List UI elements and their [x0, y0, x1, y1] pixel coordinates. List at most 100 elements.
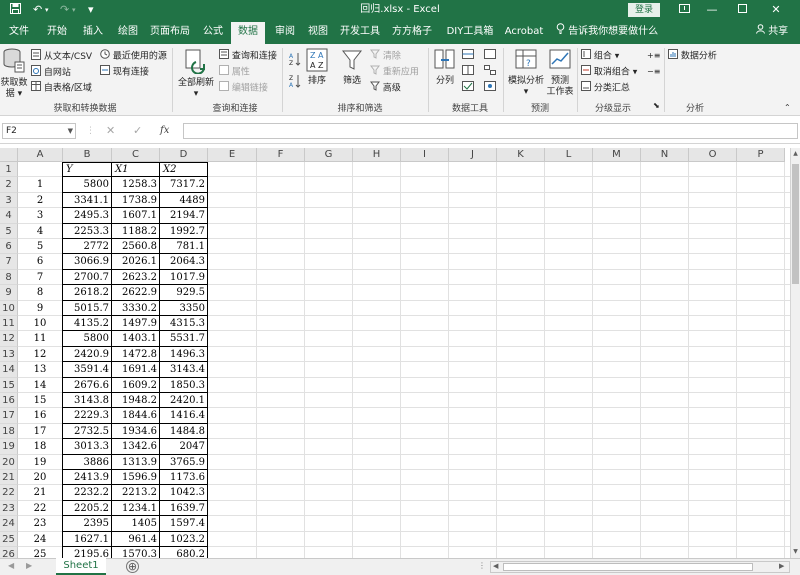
data-cell[interactable]: 1023.2: [160, 532, 207, 547]
data-cell[interactable]: 1850.3: [160, 378, 207, 393]
data-cell[interactable]: 1627.1: [63, 532, 111, 547]
column-header[interactable]: E: [208, 148, 257, 162]
data-cell[interactable]: 4: [18, 224, 62, 239]
data-cell[interactable]: 961.4: [112, 532, 159, 547]
data-cell[interactable]: 20: [18, 470, 62, 485]
advanced-filter-button[interactable]: 高级: [370, 81, 401, 95]
data-cell[interactable]: 2420.9: [63, 347, 111, 362]
data-cell[interactable]: 2560.8: [112, 239, 159, 254]
data-cell[interactable]: 1042.3: [160, 485, 207, 500]
column-header[interactable]: C: [112, 148, 160, 162]
row-header[interactable]: 23: [0, 500, 18, 517]
row-header[interactable]: 24: [0, 516, 18, 532]
row-header[interactable]: 21: [0, 470, 18, 486]
data-cell[interactable]: 24: [18, 532, 62, 547]
scroll-up-icon[interactable]: ▲: [791, 150, 800, 157]
column-header[interactable]: G: [305, 148, 353, 162]
edit-links-button[interactable]: 编辑链接: [219, 81, 268, 95]
sort-button[interactable]: Z AA Z 排序: [303, 48, 331, 87]
row-header[interactable]: 8: [0, 269, 18, 286]
data-cell[interactable]: 14: [18, 378, 62, 393]
data-cell[interactable]: 1639.7: [160, 501, 207, 516]
data-cell[interactable]: 2229.3: [63, 408, 111, 423]
data-cell[interactable]: 3143.8: [63, 393, 111, 408]
data-cell[interactable]: 2064.3: [160, 254, 207, 269]
data-cell[interactable]: 1691.4: [112, 362, 159, 377]
select-all-button[interactable]: [0, 148, 18, 162]
tab-fangfang[interactable]: 方方格子: [390, 22, 434, 44]
data-cell[interactable]: 1844.6: [112, 408, 159, 423]
data-cell[interactable]: 9: [18, 301, 62, 316]
row-header[interactable]: 5: [0, 223, 18, 239]
row-header[interactable]: 18: [0, 423, 18, 440]
from-web-button[interactable]: 自网站: [31, 65, 71, 80]
sheet-prev-icon[interactable]: ◀: [8, 561, 14, 570]
data-cell[interactable]: 2213.2: [112, 485, 159, 500]
sort-ascending-icon[interactable]: AZ: [289, 52, 301, 70]
tab-view[interactable]: 视图: [303, 22, 333, 44]
cancel-icon[interactable]: ✕: [106, 123, 115, 139]
remove-duplicates-icon[interactable]: [462, 65, 474, 79]
forecast-sheet-button[interactable]: 预测 工作表: [546, 48, 574, 98]
data-cell[interactable]: 1948.2: [112, 393, 159, 408]
column-header[interactable]: A: [18, 148, 63, 162]
row-header[interactable]: 15: [0, 377, 18, 393]
row-header[interactable]: 6: [0, 239, 18, 255]
data-cell[interactable]: 2253.3: [63, 224, 111, 239]
redo-dropdown-icon[interactable]: ▾: [72, 3, 76, 17]
what-if-dropdown-icon[interactable]: ▾: [506, 87, 546, 98]
formula-input[interactable]: [183, 123, 798, 139]
data-cell[interactable]: 1342.6: [112, 439, 159, 454]
row-header[interactable]: 13: [0, 346, 18, 363]
sheet-tab-sheet1[interactable]: Sheet1: [56, 558, 106, 575]
data-cell[interactable]: 2622.9: [112, 285, 159, 300]
data-cell[interactable]: 781.1: [160, 239, 207, 254]
data-cell[interactable]: 2194.7: [160, 208, 207, 223]
recent-sources-button[interactable]: 最近使用的源: [100, 49, 167, 63]
data-cell[interactable]: 11: [18, 331, 62, 346]
data-cell[interactable]: 1484.8: [160, 424, 207, 439]
row-header[interactable]: 7: [0, 254, 18, 270]
column-header[interactable]: F: [257, 148, 305, 162]
data-cell[interactable]: 1258.3: [112, 177, 159, 192]
data-model-icon[interactable]: [484, 81, 496, 95]
header-cell[interactable]: X1: [112, 162, 159, 177]
tab-acrobat[interactable]: Acrobat: [502, 22, 546, 44]
data-cell[interactable]: 2026.1: [112, 254, 159, 269]
data-cell[interactable]: 2676.6: [63, 378, 111, 393]
refresh-dropdown-icon[interactable]: ▾: [176, 89, 216, 100]
queries-connections-button[interactable]: 查询和连接: [219, 49, 277, 63]
data-cell[interactable]: 3341.1: [63, 193, 111, 208]
data-cell[interactable]: 3765.9: [160, 455, 207, 470]
tab-diy-toolbox[interactable]: DIY工具箱: [442, 22, 498, 44]
save-icon[interactable]: [10, 3, 21, 17]
row-header[interactable]: 19: [0, 439, 18, 455]
data-cell[interactable]: 4135.2: [63, 316, 111, 331]
login-button[interactable]: 登录: [628, 3, 660, 17]
data-cell[interactable]: 1017.9: [160, 270, 207, 285]
data-cell[interactable]: 10: [18, 316, 62, 331]
undo-icon[interactable]: ↶: [33, 3, 42, 17]
customize-qat-icon[interactable]: ▾: [88, 3, 94, 17]
column-header[interactable]: M: [593, 148, 641, 162]
reapply-button[interactable]: 重新应用: [370, 65, 419, 79]
group-rows-button[interactable]: 组合 ▾: [581, 49, 619, 63]
data-cell[interactable]: 2772: [63, 239, 111, 254]
existing-connections-button[interactable]: 现有连接: [100, 65, 149, 79]
row-header[interactable]: 9: [0, 285, 18, 301]
header-cell[interactable]: X2: [160, 162, 207, 177]
name-box-dropdown-icon[interactable]: ▼: [68, 124, 73, 138]
tab-file[interactable]: 文件: [4, 22, 34, 44]
column-header[interactable]: L: [545, 148, 593, 162]
vertical-scroll-thumb[interactable]: [792, 164, 799, 284]
data-cell[interactable]: 5531.7: [160, 331, 207, 346]
data-cell[interactable]: 19: [18, 455, 62, 470]
maximize-icon[interactable]: [730, 2, 754, 18]
tab-review[interactable]: 审阅: [270, 22, 300, 44]
text-to-columns-button[interactable]: 分列: [432, 48, 458, 87]
data-cell[interactable]: 7317.2: [160, 177, 207, 192]
row-header[interactable]: 1: [0, 162, 18, 178]
tab-data[interactable]: 数据: [231, 22, 265, 44]
data-cell[interactable]: 12: [18, 347, 62, 362]
data-cell[interactable]: 17: [18, 424, 62, 439]
